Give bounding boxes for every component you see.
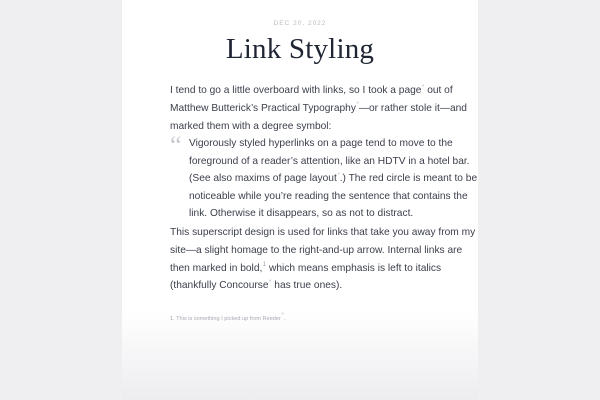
footnote: 1. This is something I picked up from Re… bbox=[170, 313, 286, 322]
link-practical-typography[interactable]: Matthew Butterick’s Practical Typography… bbox=[170, 102, 359, 114]
quote-line: foreground of a reader’s attention, like… bbox=[189, 155, 470, 167]
text-run: marked them with a degree symbol: bbox=[170, 120, 332, 132]
quote-line: noticeable while you’re reading the sent… bbox=[189, 190, 468, 202]
bottom-fade bbox=[122, 310, 478, 400]
text-run: site—a slight homage to the right-and-up… bbox=[170, 244, 463, 256]
quote-text: Vigorously styled hyperlinks on a page t… bbox=[189, 135, 477, 223]
text-run: then marked in bold, bbox=[170, 262, 263, 274]
link-text: page bbox=[398, 85, 422, 96]
text-run: (thankfully bbox=[170, 280, 220, 292]
link-concourse[interactable]: Concourse° bbox=[219, 280, 271, 291]
text-run: .) The red circle is meant to be bbox=[339, 173, 478, 185]
text-run: —or rather stole it—and bbox=[358, 102, 467, 114]
article-page: DEC 20, 2022 Link Styling I tend to go a… bbox=[122, 0, 478, 400]
quote-line: Vigorously styled hyperlinks on a page t… bbox=[189, 138, 453, 149]
link-maxims-of-page-layout[interactable]: maxims of page layout° bbox=[235, 173, 340, 184]
paragraph-superscript: This superscript design is used for link… bbox=[170, 224, 476, 295]
text-run: which means emphasis is left to italics bbox=[266, 262, 442, 274]
quote-line: link. Otherwise it disappears, so as not… bbox=[189, 208, 414, 220]
link-text: Concourse bbox=[219, 280, 269, 292]
text-run: out of bbox=[424, 85, 453, 96]
quote-mark-icon: “ bbox=[170, 131, 182, 160]
footnote-text: 1. This is something I picked up from Re… bbox=[170, 316, 281, 322]
link-text: Matthew Butterick’s Practical Typography bbox=[170, 102, 356, 114]
footnote-suffix: . bbox=[283, 316, 286, 322]
link-page[interactable]: page° bbox=[399, 85, 425, 96]
link-text: maxims of page layout bbox=[234, 173, 337, 185]
text-run: has true ones). bbox=[271, 280, 343, 292]
paragraph-intro: I tend to go a little overboard with lin… bbox=[170, 82, 467, 135]
post-date: DEC 20, 2022 bbox=[273, 20, 327, 27]
text-run: I tend to go a little overboard with lin… bbox=[170, 85, 399, 96]
page-title: Link Styling bbox=[225, 33, 375, 65]
text-run: This superscript design is used for link… bbox=[170, 227, 476, 238]
text-run: (See also bbox=[189, 173, 235, 185]
